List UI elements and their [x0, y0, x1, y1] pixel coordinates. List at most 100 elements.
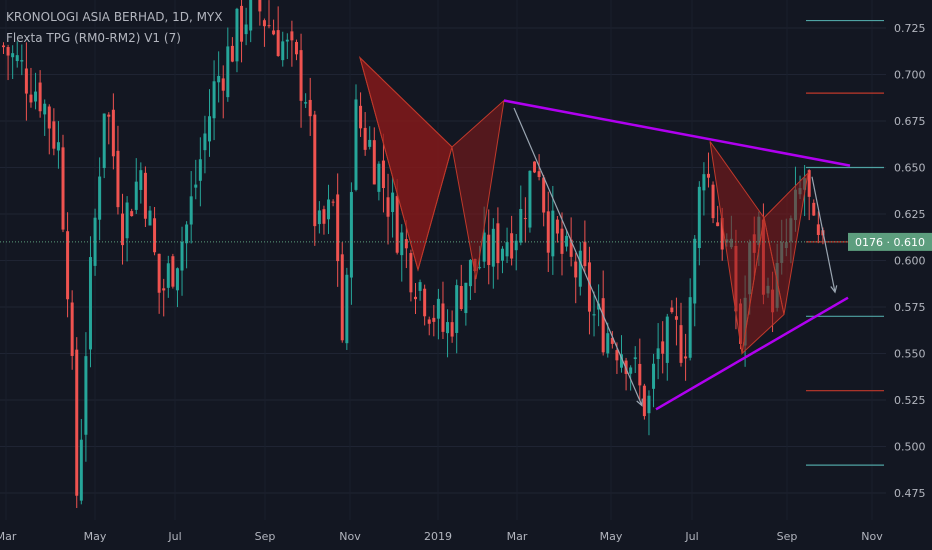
- candle-body: [240, 5, 244, 42]
- candle-body: [262, 20, 266, 27]
- candle-body: [345, 274, 349, 344]
- candle-body: [432, 317, 436, 322]
- candle-body: [15, 55, 19, 62]
- candle-body: [574, 261, 578, 278]
- arrow-line: [513, 107, 643, 406]
- candle-body: [395, 196, 399, 253]
- y-tick-label: 0.600: [894, 255, 926, 268]
- candle-body: [459, 286, 463, 310]
- candle-body: [555, 219, 559, 234]
- candle-body: [336, 194, 340, 262]
- candle-body: [294, 41, 298, 55]
- candle-body: [702, 174, 706, 191]
- x-tick-label: Jul: [684, 530, 698, 543]
- chart-title: KRONOLOGI ASIA BERHAD, 1D, MYX: [6, 10, 223, 24]
- candle-body: [98, 176, 102, 220]
- candle-body: [79, 439, 83, 501]
- price-chart[interactable]: 0.725 0.700 0.675 0.650 0.625 0.600 0.575 0.550…: [0, 0, 932, 550]
- candle-body: [349, 192, 353, 278]
- candle-body: [560, 228, 564, 254]
- candle-body: [308, 99, 312, 117]
- price-axis[interactable]: 0.725 0.700 0.675 0.650 0.625 0.600 0.575 0.550…: [886, 0, 932, 550]
- candle-body: [409, 253, 413, 293]
- arrow-line: [811, 176, 836, 293]
- candle-body: [322, 209, 326, 224]
- candle-body: [143, 172, 147, 219]
- candle-body: [285, 39, 289, 42]
- candle-body: [171, 256, 175, 287]
- candle-body: [391, 192, 395, 213]
- candle-body: [267, 25, 271, 27]
- candle-body: [125, 202, 129, 239]
- time-axis[interactable]: Mar May Jul Sep Nov 2019 Mar May Jul Sep Nov: [0, 520, 932, 550]
- candle-body: [313, 114, 317, 227]
- candle-body: [166, 263, 170, 288]
- candle-body: [652, 363, 656, 389]
- candle-body: [601, 298, 605, 353]
- candle-body: [400, 232, 404, 256]
- candle-body: [212, 81, 216, 119]
- candle-body: [299, 50, 303, 101]
- price-label-text: 0176 · 0.610: [855, 236, 925, 249]
- candle-body: [578, 250, 582, 287]
- candle-body: [670, 307, 674, 313]
- candle-body: [6, 47, 10, 56]
- candle-body: [638, 363, 642, 386]
- candle-body: [716, 222, 720, 227]
- candle-body: [496, 223, 500, 264]
- candle-body: [130, 211, 134, 217]
- indicator-label: Flexta TPG (RM0-RM2) V1 (7): [6, 31, 181, 45]
- candle-body: [185, 224, 189, 244]
- candle-body: [11, 53, 15, 58]
- candle-body: [354, 99, 358, 190]
- candle-body: [693, 238, 697, 304]
- candle-body: [327, 199, 331, 220]
- candle-body: [816, 224, 820, 235]
- candle-body: [505, 242, 509, 257]
- candle-body: [519, 208, 523, 243]
- candle-body: [711, 184, 715, 219]
- candle-body: [565, 235, 569, 247]
- candle-body: [629, 367, 633, 374]
- candle-body: [551, 210, 555, 257]
- candle-body: [221, 78, 225, 91]
- candle-body: [377, 163, 381, 192]
- x-tick-label: Mar: [0, 530, 17, 543]
- y-tick-label: 0.625: [894, 208, 926, 221]
- candle-body: [88, 257, 92, 350]
- candle-body: [331, 201, 335, 203]
- candle-body: [812, 202, 816, 216]
- candle-body: [2, 45, 5, 48]
- candle-body: [684, 356, 688, 359]
- candle-body: [230, 45, 234, 62]
- candle-body: [162, 288, 166, 291]
- candle-body: [642, 385, 646, 417]
- candle-body: [381, 160, 385, 189]
- candle-body: [272, 30, 276, 35]
- x-tick-label: May: [84, 530, 107, 543]
- harmonic-pattern-shape: [451, 99, 505, 280]
- candle-body: [679, 325, 683, 363]
- candle-body: [116, 150, 120, 208]
- candle-body: [56, 142, 60, 151]
- y-tick-label: 0.700: [894, 69, 926, 82]
- candle-body: [52, 121, 56, 149]
- trendlines: [503, 99, 851, 411]
- x-tick-label: Mar: [507, 530, 528, 543]
- candle-body: [441, 303, 445, 332]
- harmonic-patterns: [359, 56, 809, 355]
- candle-body: [107, 114, 111, 117]
- candle-body: [157, 253, 161, 293]
- candle-body: [317, 210, 321, 225]
- price-axis-bg: [886, 0, 932, 550]
- candle-body: [102, 113, 106, 169]
- x-tick-label: May: [600, 530, 623, 543]
- x-tick-label: 2019: [424, 530, 452, 543]
- candle-body: [290, 31, 294, 41]
- y-tick-label: 0.575: [894, 301, 926, 314]
- candle-body: [258, 0, 262, 12]
- x-tick-label: Nov: [861, 530, 883, 543]
- candle-body: [29, 94, 33, 103]
- candle-body: [633, 357, 637, 360]
- candle-body: [34, 91, 38, 102]
